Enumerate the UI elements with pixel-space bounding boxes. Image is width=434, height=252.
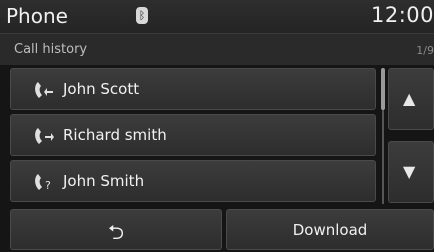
outgoing-call-icon — [35, 128, 54, 144]
bottom-bar: ⮌ Download — [10, 209, 434, 250]
clock: 12:00 — [370, 3, 434, 27]
scroll-up-button[interactable]: ▲ — [388, 68, 434, 130]
call-list-item[interactable]: Richard smith — [10, 114, 376, 156]
call-contact-name: John Smith — [63, 172, 145, 190]
incoming-call-icon — [35, 82, 53, 98]
download-button-label: Download — [292, 221, 368, 239]
arrow-down-icon: ▼ — [403, 162, 416, 181]
bluetooth-icon: ᛒ — [136, 7, 148, 24]
back-icon: ⮌ — [107, 220, 125, 244]
scroll-down-button[interactable]: ▼ — [388, 141, 434, 203]
call-list-item[interactable]: ? John Smith — [10, 160, 376, 202]
status-bar: Phone ᛒ 12:00 — [0, 0, 434, 34]
call-contact-name: John Scott — [63, 80, 140, 98]
missed-call-icon: ? — [35, 174, 51, 192]
section-header: Call history 1/9 — [0, 34, 434, 65]
scrollbar[interactable] — [380, 68, 386, 204]
svg-text:?: ? — [45, 179, 51, 192]
call-contact-name: Richard smith — [63, 126, 167, 144]
back-button[interactable]: ⮌ — [10, 209, 222, 250]
section-title: Call history — [14, 42, 88, 57]
arrow-up-icon: ▲ — [403, 89, 416, 108]
scrollbar-thumb[interactable] — [381, 68, 385, 110]
download-button[interactable]: Download — [226, 209, 434, 250]
call-list-item[interactable]: John Scott — [10, 68, 376, 110]
app-title: Phone — [6, 4, 68, 28]
page-indicator: 1/9 — [416, 44, 434, 57]
